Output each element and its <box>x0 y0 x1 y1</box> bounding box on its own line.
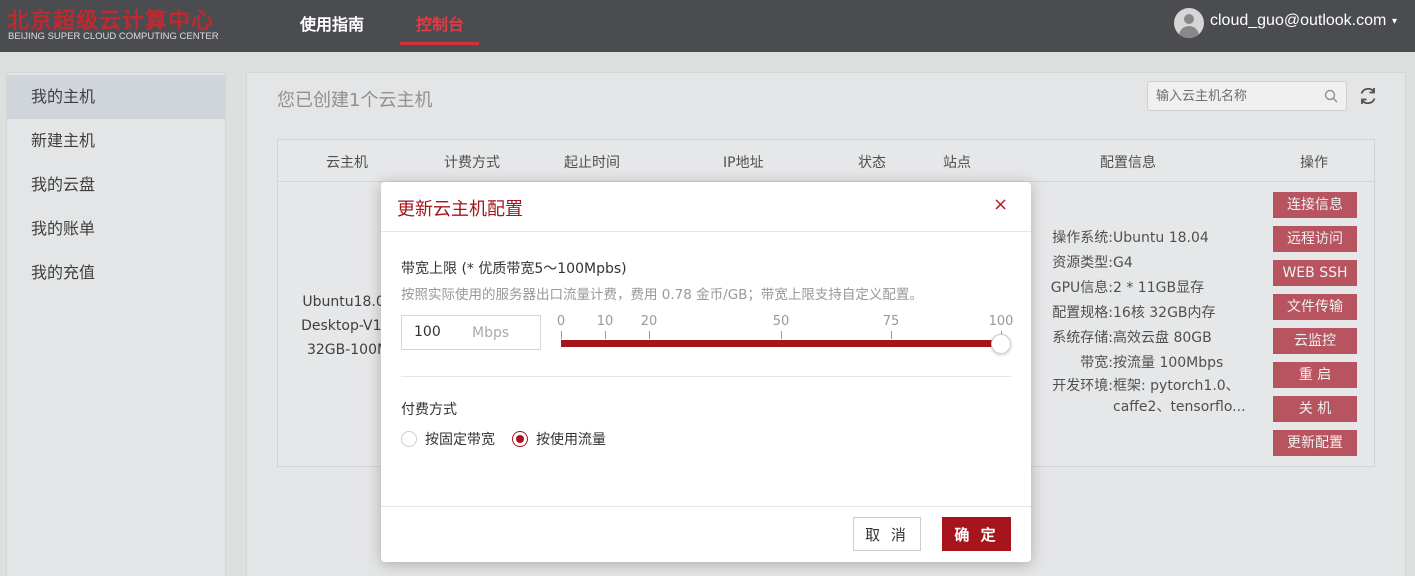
logo-subtitle: BEIJING SUPER CLOUD COMPUTING CENTER <box>8 31 219 42</box>
radio-button-checked[interactable] <box>512 431 528 447</box>
slider-tick-label: 20 <box>640 314 658 329</box>
slider-tick-label: 75 <box>882 314 900 329</box>
slider-tick-mark <box>891 331 892 339</box>
slider-tick-label: 100 <box>988 314 1014 329</box>
payment-method-label: 付费方式 <box>401 402 457 418</box>
slider-fill <box>561 340 1001 347</box>
slider-tick-label: 50 <box>772 314 790 329</box>
bandwidth-description: 按照实际使用的服务器出口流量计费，费用 0.78 金币/GB；带宽上限支持自定义… <box>401 287 923 303</box>
close-icon[interactable]: × <box>993 194 1008 215</box>
chevron-down-icon[interactable]: ▾ <box>1392 16 1397 27</box>
nav-console[interactable]: 控制台 <box>416 11 464 35</box>
bandwidth-value[interactable]: 100 <box>414 324 441 340</box>
radio-button[interactable] <box>401 431 417 447</box>
nav-active-underline <box>400 42 479 45</box>
slider-tick-mark <box>561 331 562 339</box>
avatar[interactable] <box>1174 8 1204 38</box>
slider-tick-mark <box>781 331 782 339</box>
radio-usage-traffic[interactable]: 按使用流量 <box>512 429 606 449</box>
cancel-button[interactable]: 取 消 <box>853 517 921 551</box>
slider-thumb[interactable] <box>991 334 1011 354</box>
slider-tick-mark <box>605 331 606 339</box>
bandwidth-unit: Mbps <box>472 325 510 341</box>
slider-tick-label: 10 <box>596 314 614 329</box>
confirm-button[interactable]: 确 定 <box>942 517 1011 551</box>
divider <box>401 376 1011 377</box>
dialog-title: 更新云主机配置 <box>397 199 523 220</box>
divider <box>381 231 1031 232</box>
nav-guide[interactable]: 使用指南 <box>300 11 364 35</box>
top-header: 北京超级云计算中心 BEIJING SUPER CLOUD COMPUTING … <box>0 0 1415 52</box>
slider-tick-mark <box>649 331 650 339</box>
update-config-dialog: 更新云主机配置 × 带宽上限 (* 优质带宽5～100Mpbs) 按照实际使用的… <box>381 182 1031 562</box>
radio-fixed-bandwidth[interactable]: 按固定带宽 <box>401 429 495 449</box>
bandwidth-input[interactable]: 100 Mbps <box>401 315 541 350</box>
user-email[interactable]: cloud_guo@outlook.com <box>1210 12 1386 30</box>
divider <box>381 506 1031 507</box>
slider-tick-label: 0 <box>556 314 566 329</box>
bandwidth-label: 带宽上限 (* 优质带宽5～100Mpbs) <box>401 261 627 277</box>
bandwidth-slider[interactable]: 0 10 20 50 75 100 <box>557 314 1013 354</box>
